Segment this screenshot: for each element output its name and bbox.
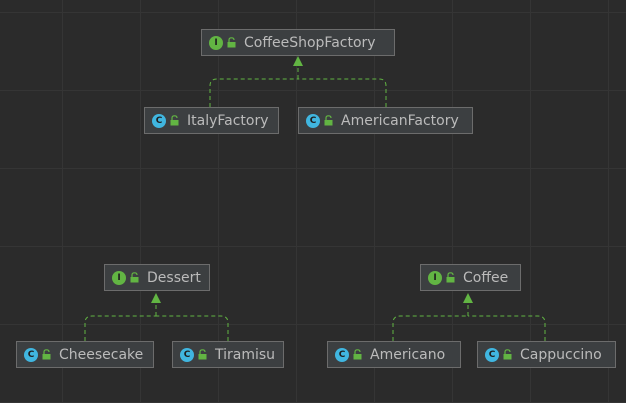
edge-tiramisu-to-dessert — [156, 315, 229, 341]
node-label: Americano — [370, 346, 446, 363]
node-dessert[interactable]: I Dessert — [104, 264, 210, 291]
class-badge-icon: C — [306, 113, 320, 128]
node-italyfactory[interactable]: C ItalyFactory — [144, 107, 279, 134]
arrowhead-coffeeshopfactory — [293, 56, 303, 66]
node-americanfactory[interactable]: C AmericanFactory — [298, 107, 473, 134]
node-label: Coffee — [463, 269, 509, 286]
node-cheesecake[interactable]: C Cheesecake — [16, 341, 154, 368]
lock-icon — [130, 272, 139, 283]
node-label: Cappuccino — [520, 346, 602, 363]
node-americano[interactable]: C Americano — [327, 341, 461, 368]
interface-badge-icon: I — [209, 35, 223, 50]
lock-icon — [324, 115, 333, 126]
lock-icon — [446, 272, 455, 283]
class-badge-icon: C — [180, 347, 194, 362]
interface-badge-icon: I — [428, 270, 442, 285]
lock-icon — [227, 37, 236, 48]
node-coffee[interactable]: I Coffee — [420, 264, 521, 291]
class-badge-icon: C — [335, 347, 349, 362]
node-label: Tiramisu — [215, 346, 276, 363]
node-label: ItalyFactory — [187, 112, 269, 129]
arrowhead-dessert — [151, 293, 161, 303]
edge-cheesecake-to-dessert — [84, 315, 156, 341]
lock-icon — [170, 115, 179, 126]
class-badge-icon: C — [152, 113, 166, 128]
edge-americano-to-coffee — [392, 315, 468, 341]
edge-cappuccino-to-coffee — [468, 315, 546, 341]
node-cappuccino[interactable]: C Cappuccino — [477, 341, 616, 368]
interface-badge-icon: I — [112, 270, 126, 285]
lock-icon — [198, 349, 207, 360]
node-label: Cheesecake — [59, 346, 144, 363]
arrowhead-coffee — [463, 293, 473, 303]
node-label: AmericanFactory — [341, 112, 459, 129]
lock-icon — [503, 349, 512, 360]
lock-icon — [353, 349, 362, 360]
node-tiramisu[interactable]: C Tiramisu — [172, 341, 284, 368]
class-badge-icon: C — [485, 347, 499, 362]
node-label: CoffeeShopFactory — [244, 34, 376, 51]
diagram-canvas: I CoffeeShopFactory C ItalyFactory C Ame… — [0, 0, 626, 403]
lock-icon — [42, 349, 51, 360]
edge-italyfactory-to-coffeeshopfactory — [209, 78, 298, 107]
class-badge-icon: C — [24, 347, 38, 362]
node-coffeeshopfactory[interactable]: I CoffeeShopFactory — [201, 29, 395, 56]
edge-americanfactory-to-coffeeshopfactory — [298, 78, 387, 107]
node-label: Dessert — [147, 269, 201, 286]
